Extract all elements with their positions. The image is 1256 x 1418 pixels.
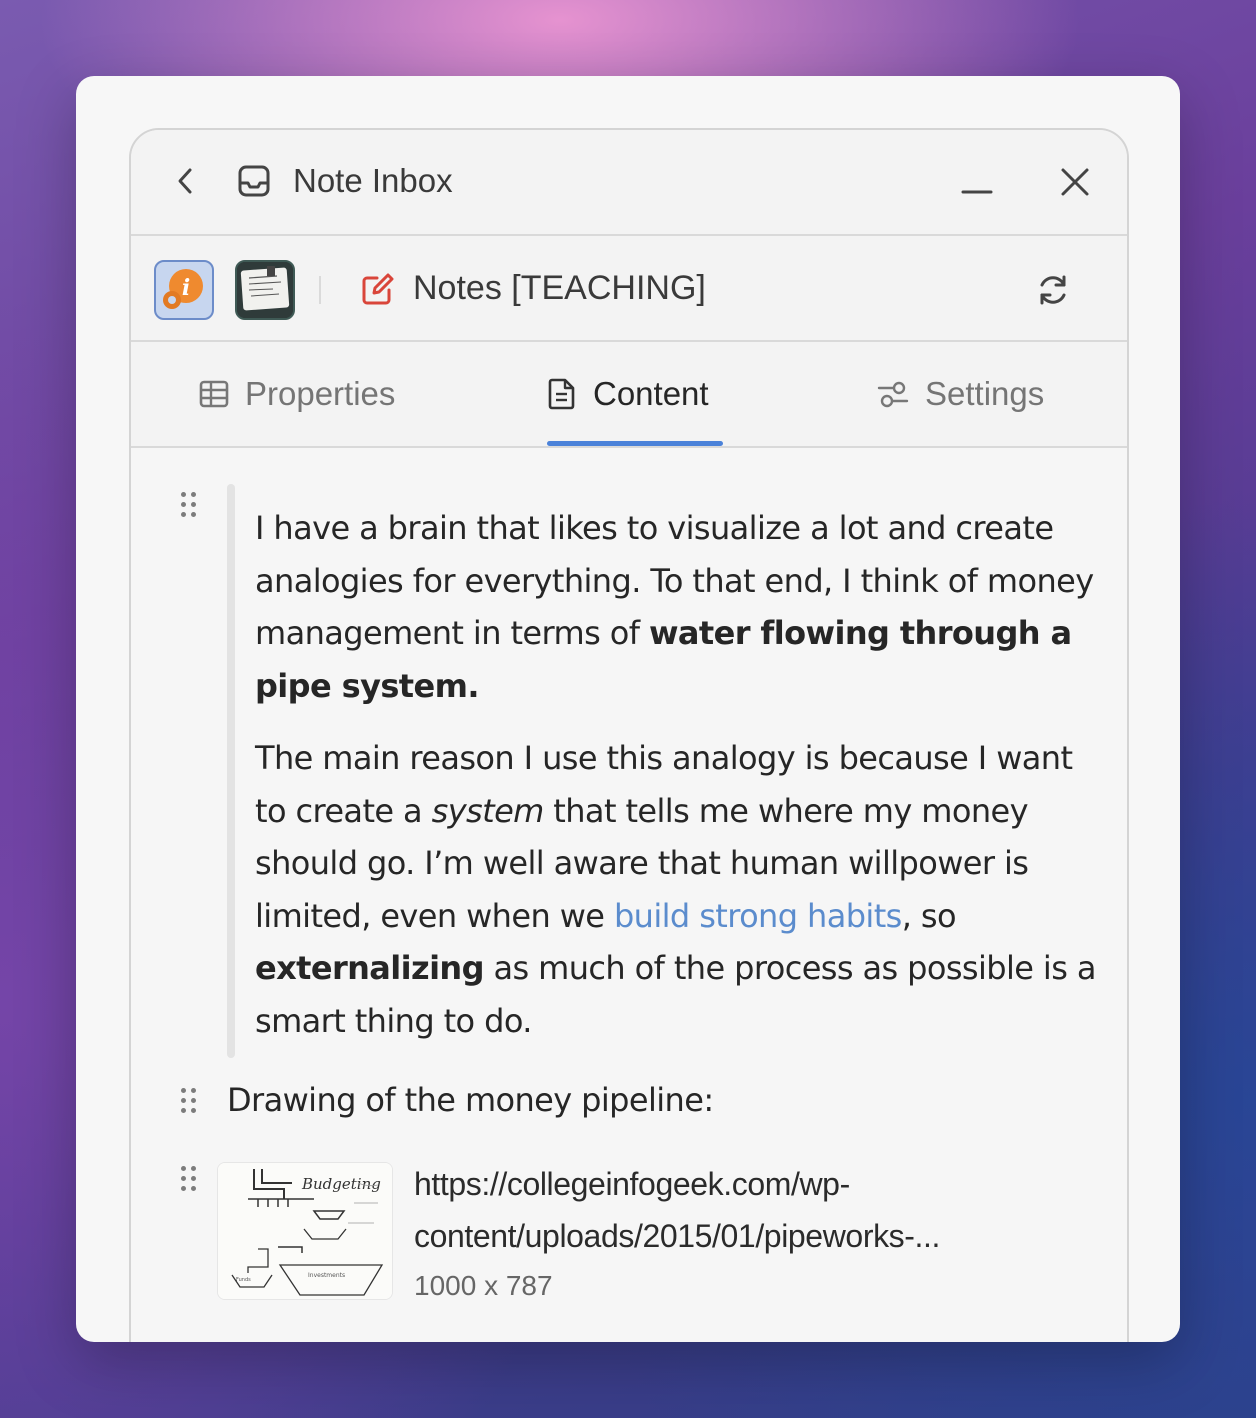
- build-strong-habits-link[interactable]: build strong habits: [614, 897, 902, 935]
- tab-settings-label: Settings: [925, 375, 1045, 412]
- image-url-line: content/uploads/2015/01/pipeworks-...: [414, 1218, 940, 1254]
- image-url-line: https://collegeinfogeek.com/wp-: [414, 1166, 850, 1202]
- tab-settings[interactable]: Settings: [877, 370, 1044, 418]
- block-drag-handle[interactable]: [181, 1088, 201, 1118]
- budgeting-drawing-image: Budgeting Investments Funds: [218, 1163, 392, 1299]
- drawing-caption: Drawing of the money pipeline:: [227, 1081, 714, 1119]
- close-icon[interactable]: [1055, 162, 1095, 202]
- window-title: Note Inbox: [293, 162, 453, 199]
- active-tab-indicator: [547, 441, 723, 446]
- back-button[interactable]: [169, 164, 203, 198]
- block-drag-handle[interactable]: [181, 1166, 201, 1196]
- svg-text:i: i: [182, 275, 190, 301]
- quote-paragraph-1: I have a brain that likes to visualize a…: [255, 502, 1105, 712]
- refresh-icon[interactable]: [1035, 272, 1071, 308]
- sliders-icon: [877, 381, 909, 408]
- note-inbox-panel: Note Inbox i Notes [TEACHING] Properties…: [129, 128, 1129, 1342]
- svg-text:Investments: Investments: [308, 1272, 345, 1279]
- quote-paragraph-2: The main reason I use this analogy is be…: [255, 732, 1105, 1047]
- svg-text:Budgeting: Budgeting: [301, 1175, 381, 1193]
- popup-card: Note Inbox i Notes [TEACHING] Properties…: [76, 76, 1180, 1342]
- edit-note-icon: [362, 273, 394, 305]
- paragraph-text: , so: [901, 896, 957, 935]
- image-dimensions: 1000 x 787: [414, 1270, 553, 1301]
- chevron-left-icon: [178, 168, 192, 194]
- note-title: Notes [TEACHING]: [413, 269, 706, 307]
- info-bubble-icon: i: [163, 269, 203, 309]
- image-thumbnail[interactable]: Budgeting Investments Funds: [217, 1162, 393, 1300]
- note-header: i Notes [TEACHING]: [131, 236, 1127, 342]
- info-app-avatar[interactable]: i: [154, 260, 214, 320]
- tab-bar: Properties Content Settings: [131, 342, 1127, 448]
- tab-content[interactable]: Content: [547, 370, 709, 418]
- quote-bar: [227, 484, 235, 1058]
- tab-properties[interactable]: Properties: [199, 370, 395, 418]
- table-icon: [199, 380, 229, 408]
- document-icon: [548, 378, 575, 410]
- header-divider: [319, 276, 321, 304]
- italic-text: system: [431, 791, 545, 830]
- tab-content-label: Content: [593, 375, 709, 412]
- title-bar: Note Inbox: [131, 130, 1127, 236]
- block-drag-handle[interactable]: [181, 492, 201, 522]
- image-url-link[interactable]: https://collegeinfogeek.com/wp- content/…: [414, 1158, 1054, 1262]
- minimize-icon[interactable]: [957, 160, 997, 200]
- svg-text:Funds: Funds: [236, 1277, 251, 1283]
- bold-text: externalizing: [255, 949, 485, 987]
- note-content: I have a brain that likes to visualize a…: [131, 448, 1127, 1342]
- notebook-photo-icon: [237, 262, 293, 318]
- tab-properties-label: Properties: [245, 375, 396, 412]
- note-thumbnail-avatar[interactable]: [235, 260, 295, 320]
- inbox-icon: [238, 165, 270, 197]
